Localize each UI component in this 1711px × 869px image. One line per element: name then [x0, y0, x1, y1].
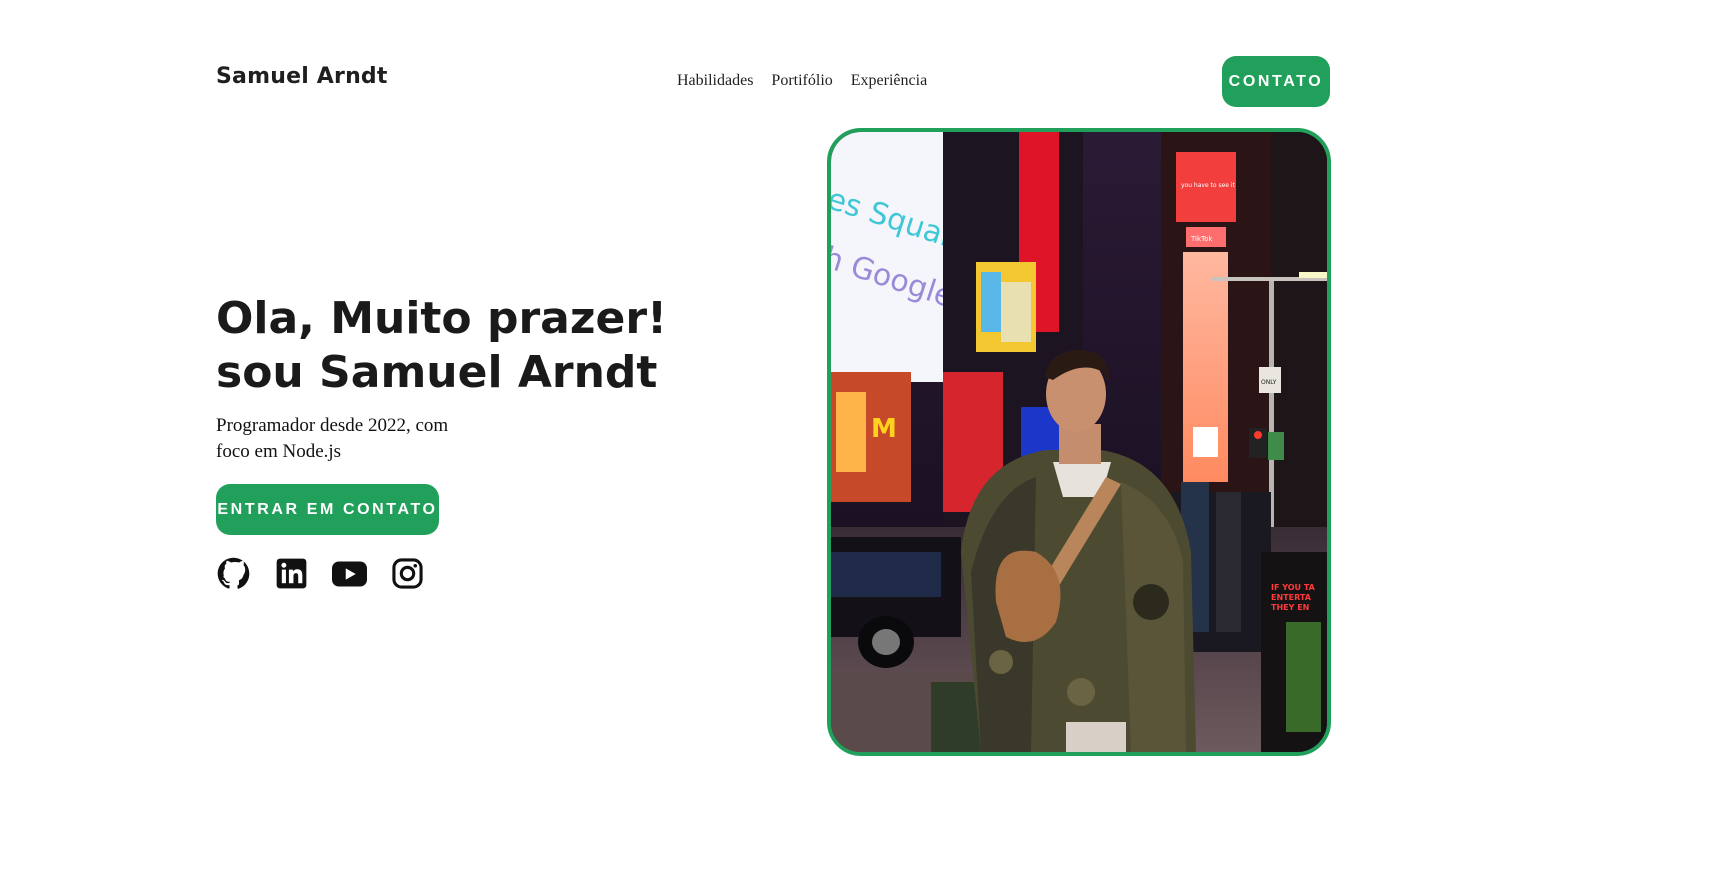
contact-button[interactable]: CONTATO — [1222, 56, 1330, 107]
hero-subtitle: Programador desde 2022, com foco em Node… — [216, 415, 449, 462]
nav-link-portifolio[interactable]: Portifólio — [771, 72, 832, 90]
instagram-icon[interactable] — [390, 556, 425, 591]
sign-text-3: ONLY — [1261, 379, 1277, 386]
profile-photo: es Square h Google M you have to see it … — [827, 128, 1331, 756]
youtube-icon[interactable] — [332, 556, 367, 591]
sign-text-5: ENTERTA — [1271, 593, 1312, 602]
sign-text-4: IF YOU TA — [1271, 583, 1316, 592]
main-nav: Habilidades Portifólio Experiência — [677, 72, 927, 90]
sign-text-6: THEY EN — [1271, 603, 1309, 612]
nav-link-habilidades[interactable]: Habilidades — [677, 72, 753, 90]
nav-link-experiencia[interactable]: Experiência — [851, 72, 927, 90]
brand-logo[interactable]: Samuel Arndt — [216, 64, 388, 89]
sign-text-1: you have to see it — [1181, 182, 1236, 189]
github-icon[interactable] — [216, 556, 251, 591]
hero-title: Ola, Muito prazer! sou Samuel Arndt — [216, 292, 776, 400]
social-links — [216, 556, 425, 591]
linkedin-icon[interactable] — [274, 556, 309, 591]
hero-title-line-1: Ola, Muito prazer! — [216, 293, 668, 344]
hero-title-line-2: sou Samuel Arndt — [216, 347, 658, 398]
svg-text:M: M — [871, 414, 897, 444]
sign-text-2: TikTok — [1190, 235, 1213, 243]
get-in-touch-button[interactable]: ENTRAR EM CONTATO — [216, 484, 439, 535]
